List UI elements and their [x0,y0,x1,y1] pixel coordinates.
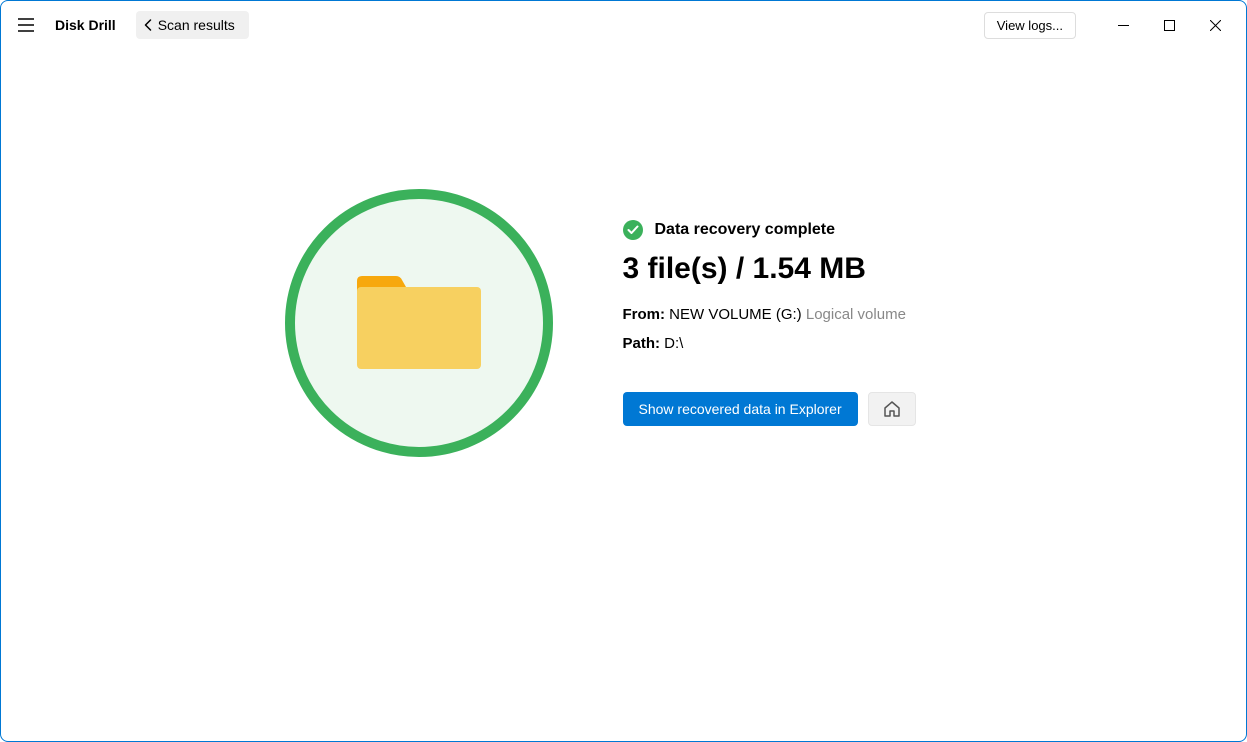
path-row: Path: D:\ [623,335,963,352]
chevron-left-icon [144,19,152,31]
from-value: NEW VOLUME (G:) [669,306,802,323]
back-button-label: Scan results [158,17,235,33]
recovery-summary: 3 file(s) / 1.54 MB [623,252,963,286]
success-illustration [285,189,553,457]
back-button[interactable]: Scan results [136,11,249,39]
status-row: Data recovery complete [623,220,963,240]
from-label: From: [623,306,666,323]
view-logs-button[interactable]: View logs... [984,12,1076,39]
folder-icon [354,273,484,373]
actions-row: Show recovered data in Explorer [623,392,963,426]
home-button[interactable] [868,392,916,426]
path-label: Path: [623,335,661,352]
minimize-icon [1118,20,1129,31]
path-value: D:\ [664,335,683,352]
minimize-button[interactable] [1100,9,1146,41]
hamburger-icon [18,18,34,32]
titlebar: Disk Drill Scan results View logs... [1,1,1246,49]
show-in-explorer-button[interactable]: Show recovered data in Explorer [623,392,858,426]
maximize-button[interactable] [1146,9,1192,41]
maximize-icon [1164,20,1175,31]
app-title: Disk Drill [55,17,116,33]
close-button[interactable] [1192,9,1238,41]
from-type: Logical volume [806,306,906,323]
from-row: From: NEW VOLUME (G:) Logical volume [623,306,963,323]
home-icon [883,400,901,418]
success-check-icon [623,220,643,240]
close-icon [1210,20,1221,31]
info-panel: Data recovery complete 3 file(s) / 1.54 … [623,220,963,426]
window-controls [1100,9,1238,41]
menu-button[interactable] [9,8,43,42]
status-message: Data recovery complete [655,221,836,239]
main-content: Data recovery complete 3 file(s) / 1.54 … [1,189,1246,457]
